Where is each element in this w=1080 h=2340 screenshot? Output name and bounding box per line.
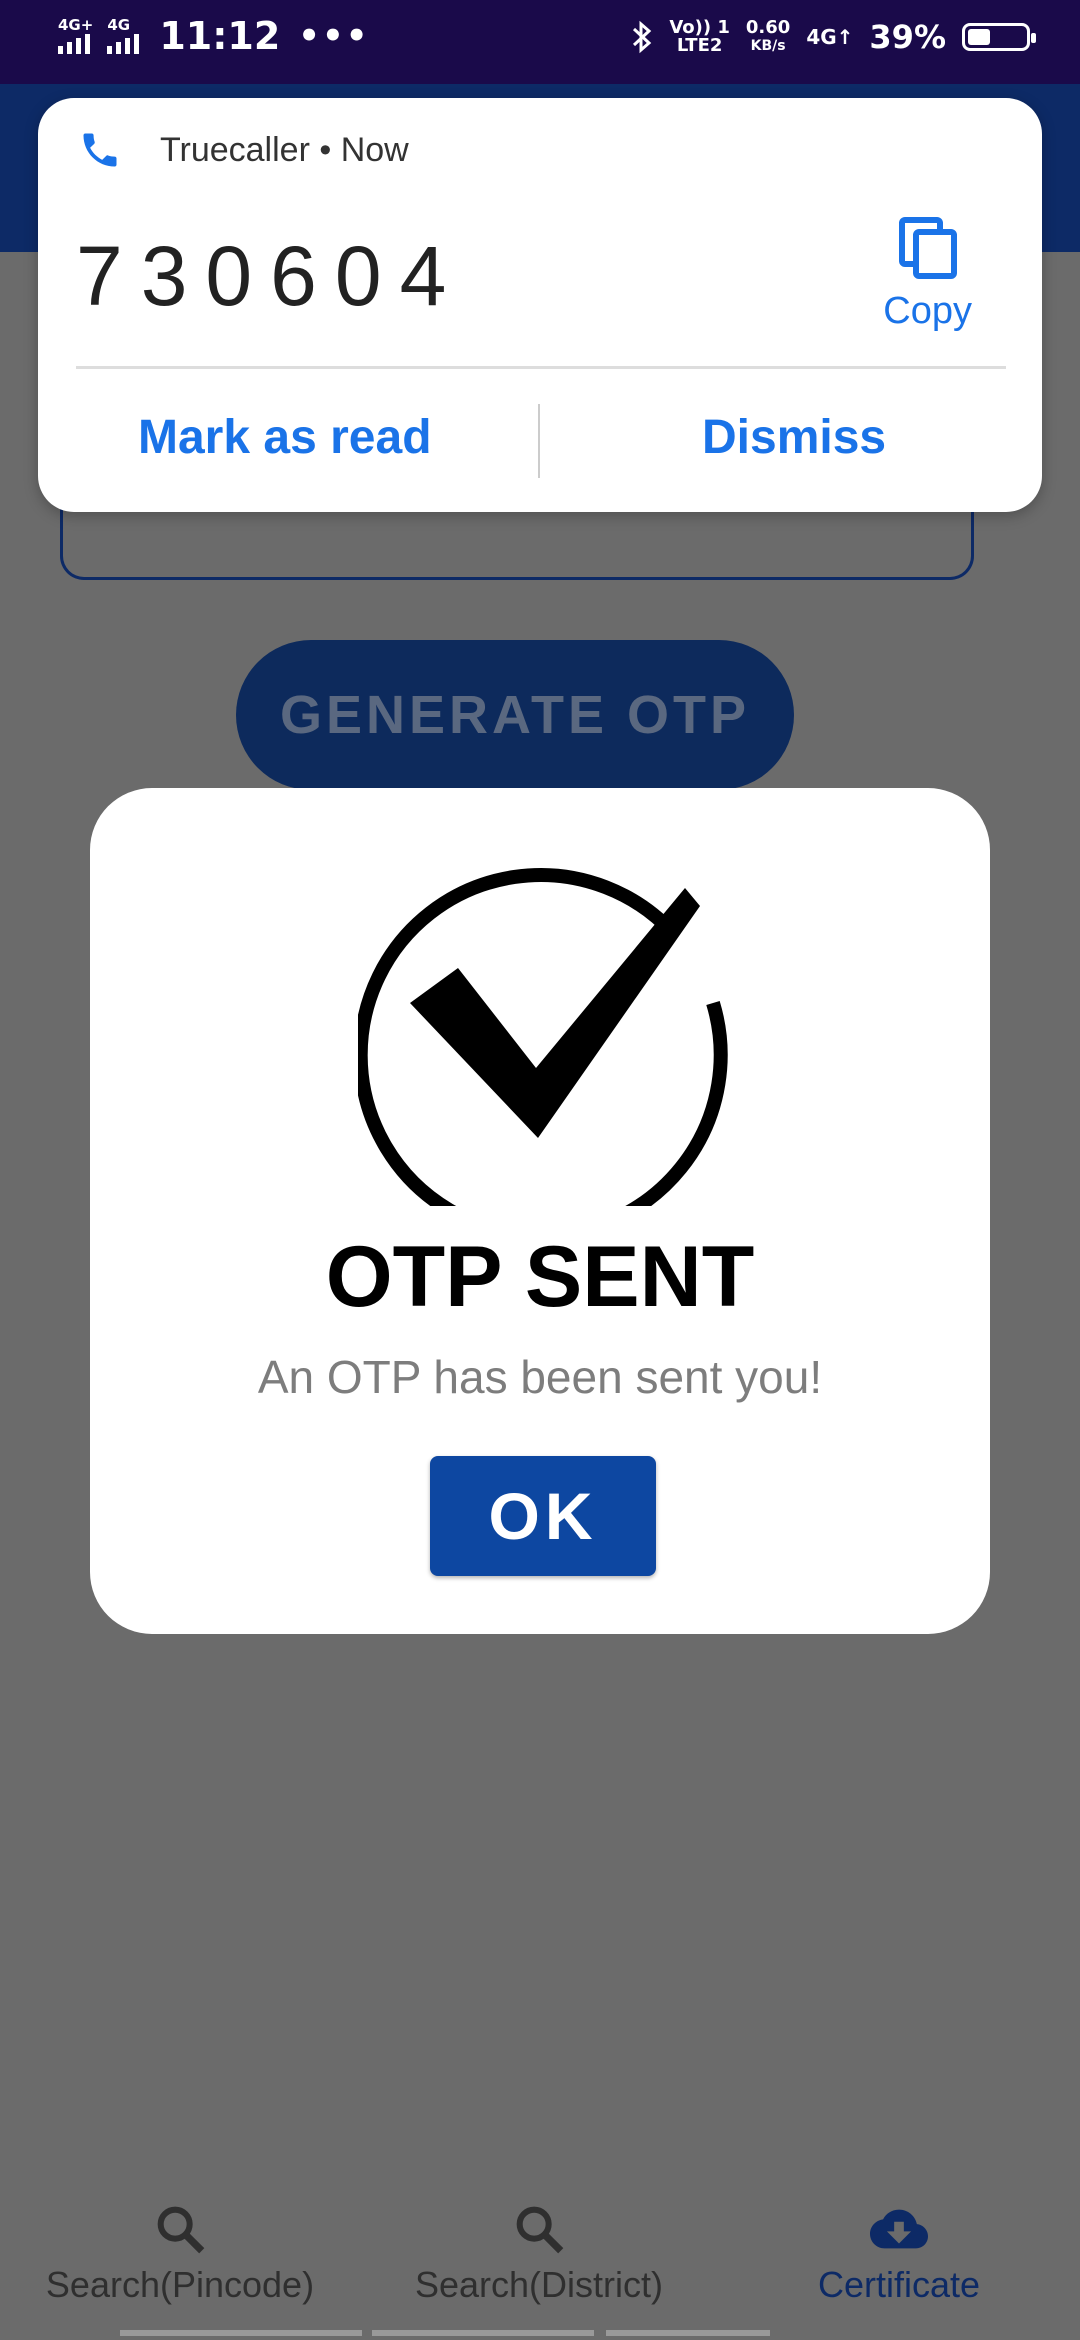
- copy-label: Copy: [883, 290, 972, 332]
- search-icon: [516, 2206, 564, 2254]
- nav-indicator-lines: [120, 2330, 960, 2340]
- otp-sent-dialog: OTP SENT An OTP has been sent you! OK: [90, 788, 990, 1634]
- battery-percent: 39%: [869, 18, 946, 56]
- cloud-download-icon: [870, 2209, 928, 2249]
- phone-icon: [83, 133, 117, 167]
- bluetooth-icon: [633, 20, 652, 54]
- dialog-message: An OTP has been sent you!: [257, 1351, 823, 1403]
- copy-button[interactable]: Copy: [883, 216, 972, 333]
- battery-fill: [968, 29, 990, 45]
- generate-otp-button[interactable]: GENERATE OTP: [236, 640, 794, 790]
- notification-divider: [76, 366, 1006, 369]
- ok-button[interactable]: OK: [430, 1456, 656, 1576]
- speed-unit: KB/s: [750, 38, 786, 54]
- otp-code: 730604: [76, 229, 465, 323]
- checkmark-circle-icon: [358, 868, 728, 1206]
- nav-label: Search(District): [414, 2264, 664, 2305]
- signal-bars-icon: [58, 32, 90, 54]
- notification-app-name: Truecaller • Now: [160, 130, 409, 169]
- search-icon: [157, 2206, 205, 2254]
- network-speed: 0.60 KB/s: [746, 19, 790, 55]
- nav-search-district[interactable]: Search(District): [404, 2200, 674, 2306]
- copy-icon: [898, 217, 957, 279]
- lte-label: LTE2: [676, 35, 723, 56]
- mark-as-read-button[interactable]: Mark as read: [138, 410, 432, 465]
- network-type-sim2: 4G: [107, 16, 131, 34]
- dismiss-button[interactable]: Dismiss: [702, 410, 886, 465]
- status-bar: 4G+ 4G 11:12 ••• Vo)) 1 LTE2 0.60 KB/s 4…: [0, 0, 1080, 84]
- volte-indicator: Vo)) 1 LTE2: [669, 19, 730, 55]
- dialog-title: OTP SENT: [325, 1229, 755, 1325]
- bottom-navigation: Search(Pincode) Search(District) Certifi…: [0, 2190, 1080, 2340]
- signal-sim2: 4G: [107, 16, 140, 54]
- network-type-sim1: 4G+: [58, 16, 94, 34]
- truecaller-notification[interactable]: Truecaller • Now 730604 Copy Mark as rea…: [38, 98, 1042, 512]
- signal-bars-icon: [107, 32, 140, 54]
- battery-icon: [962, 23, 1036, 51]
- signal-sim1: 4G+: [58, 18, 93, 54]
- more-notifications-icon: •••: [298, 16, 370, 56]
- data-network-icon: 4G↑: [806, 25, 854, 49]
- nav-search-pincode[interactable]: Search(Pincode): [38, 2200, 322, 2306]
- speed-value: 0.60: [745, 17, 791, 38]
- action-divider: [538, 404, 540, 478]
- nav-label: Certificate: [817, 2264, 981, 2305]
- nav-label: Search(Pincode): [45, 2264, 315, 2305]
- clock: 11:12: [159, 14, 281, 58]
- nav-certificate[interactable]: Certificate: [800, 2200, 998, 2306]
